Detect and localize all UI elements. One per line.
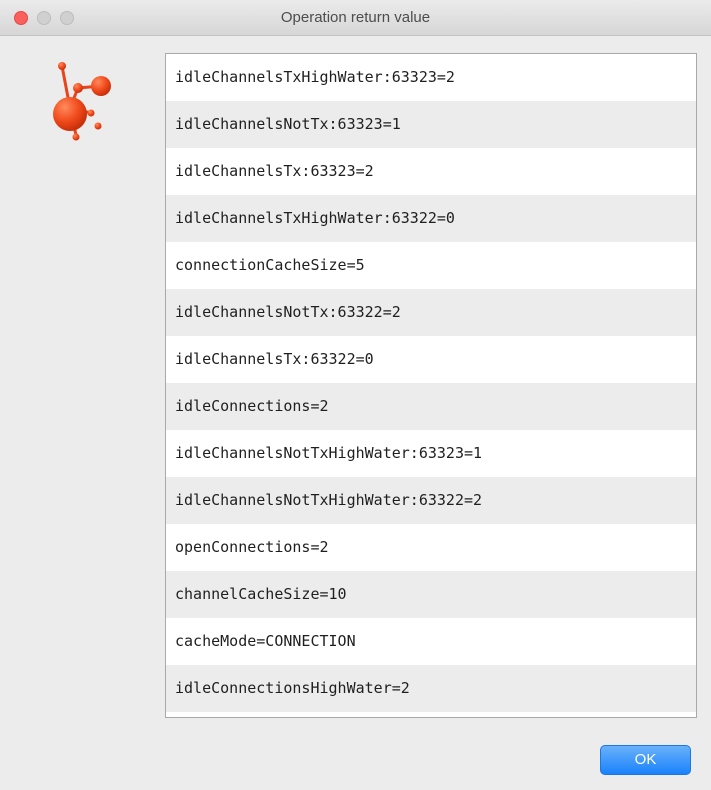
list-item[interactable]: idleChannelsTx:63322=0 [166,336,696,383]
dialog-window: Operation return value idleChannelsTxHig… [0,0,711,790]
list-item[interactable]: idleChannelsNotTxHighWater:63323=1 [166,430,696,477]
list-item[interactable]: idleConnections=2 [166,383,696,430]
list-item[interactable]: idleChannelsTxHighWater:63323=2 [166,54,696,101]
list-item[interactable]: cacheMode=CONNECTION [166,618,696,665]
window-title: Operation return value [280,9,431,26]
list-item[interactable]: idleChannelsTxHighWater:63322=0 [166,195,696,242]
title-bar[interactable]: Operation return value [0,0,711,36]
ok-button[interactable]: OK [600,745,691,775]
list-item[interactable]: connectionCacheSize=5 [166,242,696,289]
molecule-logo-icon [50,58,120,148]
list-item[interactable]: idleChannelsNotTx:63322=2 [166,289,696,336]
list-item[interactable]: idleConnectionsHighWater=2 [166,665,696,712]
list-item[interactable]: idleChannelsTx:63323=2 [166,148,696,195]
list-item[interactable]: idleChannelsNotTx:63323=1 [166,101,696,148]
list-item[interactable]: idleChannelsNotTxHighWater:63322=2 [166,477,696,524]
return-value-list[interactable]: idleChannelsTxHighWater:63323=2 idleChan… [165,53,697,718]
list-item[interactable]: openConnections=2 [166,524,696,571]
list-item[interactable]: channelCacheSize=10 [166,571,696,618]
